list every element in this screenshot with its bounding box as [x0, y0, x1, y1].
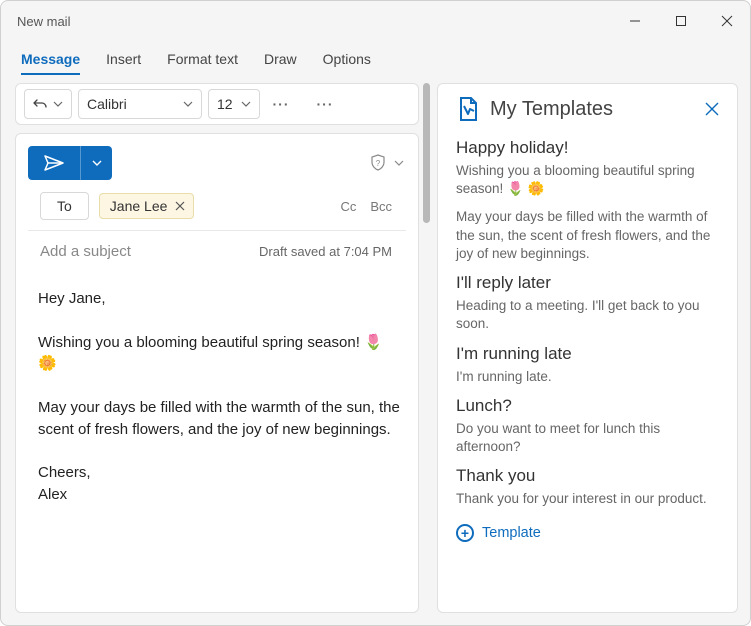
cc-button[interactable]: Cc [340, 199, 356, 214]
template-preview: Do you want to meet for lunch this after… [456, 420, 719, 456]
chevron-down-icon [241, 99, 251, 109]
plus-icon: + [456, 524, 474, 542]
svg-text:?: ? [376, 159, 381, 168]
remove-recipient-icon[interactable] [175, 201, 185, 211]
message-scrollbar[interactable] [419, 75, 435, 625]
to-button[interactable]: To [40, 192, 89, 220]
template-item[interactable]: Thank you Thank you for your interest in… [456, 466, 719, 508]
template-preview-extra: May your days be filled with the warmth … [456, 208, 719, 263]
chevron-down-icon [183, 99, 193, 109]
template-item[interactable]: Happy holiday! Wishing you a blooming be… [456, 138, 719, 263]
content-row: Calibri 12 ··· ··· [1, 75, 750, 625]
recipient-chip[interactable]: Jane Lee [99, 193, 195, 219]
panel-title: My Templates [490, 98, 613, 121]
send-row: ? [16, 134, 418, 192]
font-family-select[interactable]: Calibri [78, 89, 202, 119]
template-title: Happy holiday! [456, 138, 719, 158]
template-preview: Wishing you a blooming beautiful spring … [456, 162, 719, 198]
tab-draw[interactable]: Draw [264, 51, 297, 75]
font-family-value: Calibri [87, 96, 127, 112]
titlebar: New mail [1, 1, 750, 41]
undo-button[interactable] [24, 89, 72, 119]
template-item[interactable]: Lunch? Do you want to meet for lunch thi… [456, 396, 719, 456]
chevron-down-icon [394, 158, 404, 168]
tab-options[interactable]: Options [323, 51, 371, 75]
minimize-button[interactable] [612, 1, 658, 41]
toolbar-overflow-2[interactable]: ··· [310, 89, 340, 119]
ribbon-tabs: Message Insert Format text Draw Options [1, 41, 750, 75]
panel-close-button[interactable] [705, 102, 719, 116]
sensitivity-group[interactable]: ? [370, 154, 404, 172]
subject-row: Add a subject Draft saved at 7:04 PM [28, 231, 406, 272]
panel-header: My Templates [456, 96, 719, 122]
recipient-name: Jane Lee [110, 198, 168, 214]
send-button[interactable] [28, 146, 80, 180]
template-title: I'm running late [456, 344, 719, 364]
template-preview: I'm running late. [456, 368, 719, 386]
send-split-button [28, 146, 112, 180]
template-title: Lunch? [456, 396, 719, 416]
subject-input[interactable]: Add a subject [40, 243, 131, 260]
new-mail-window: New mail Message Insert Format text Draw… [0, 0, 751, 626]
compose-column: Calibri 12 ··· ··· [1, 75, 419, 625]
send-options-button[interactable] [80, 146, 112, 180]
shield-icon: ? [370, 154, 386, 172]
formatting-toolbar: Calibri 12 ··· ··· [15, 83, 419, 125]
close-window-button[interactable] [704, 1, 750, 41]
add-template-button[interactable]: + Template [456, 524, 719, 542]
draft-status: Draft saved at 7:04 PM [259, 244, 392, 259]
template-title: Thank you [456, 466, 719, 486]
send-icon [44, 155, 64, 171]
template-title: I'll reply later [456, 273, 719, 293]
font-size-value: 12 [217, 96, 233, 112]
templates-icon [456, 96, 480, 122]
template-preview: Heading to a meeting. I'll get back to y… [456, 297, 719, 333]
scrollbar-thumb[interactable] [423, 83, 430, 223]
message-body[interactable]: Hey Jane, Wishing you a blooming beautif… [16, 272, 418, 612]
toolbar-overflow-1[interactable]: ··· [266, 89, 296, 119]
undo-icon [33, 96, 49, 112]
close-icon [705, 102, 719, 116]
add-template-label: Template [482, 525, 541, 541]
bcc-button[interactable]: Bcc [370, 199, 392, 214]
templates-panel: My Templates Happy holiday! Wishing you … [437, 83, 738, 613]
tab-format-text[interactable]: Format text [167, 51, 238, 75]
chevron-down-icon [53, 99, 63, 109]
maximize-button[interactable] [658, 1, 704, 41]
template-preview: Thank you for your interest in our produ… [456, 490, 719, 508]
template-item[interactable]: I'm running late I'm running late. [456, 344, 719, 386]
tab-message[interactable]: Message [21, 51, 80, 75]
tab-insert[interactable]: Insert [106, 51, 141, 75]
window-title: New mail [17, 14, 612, 29]
chevron-down-icon [92, 158, 102, 168]
recipients-row: To Jane Lee Cc Bcc [28, 192, 406, 231]
message-card: ? To Jane Lee Cc Bcc [15, 133, 419, 613]
font-size-select[interactable]: 12 [208, 89, 260, 119]
template-item[interactable]: I'll reply later Heading to a meeting. I… [456, 273, 719, 333]
